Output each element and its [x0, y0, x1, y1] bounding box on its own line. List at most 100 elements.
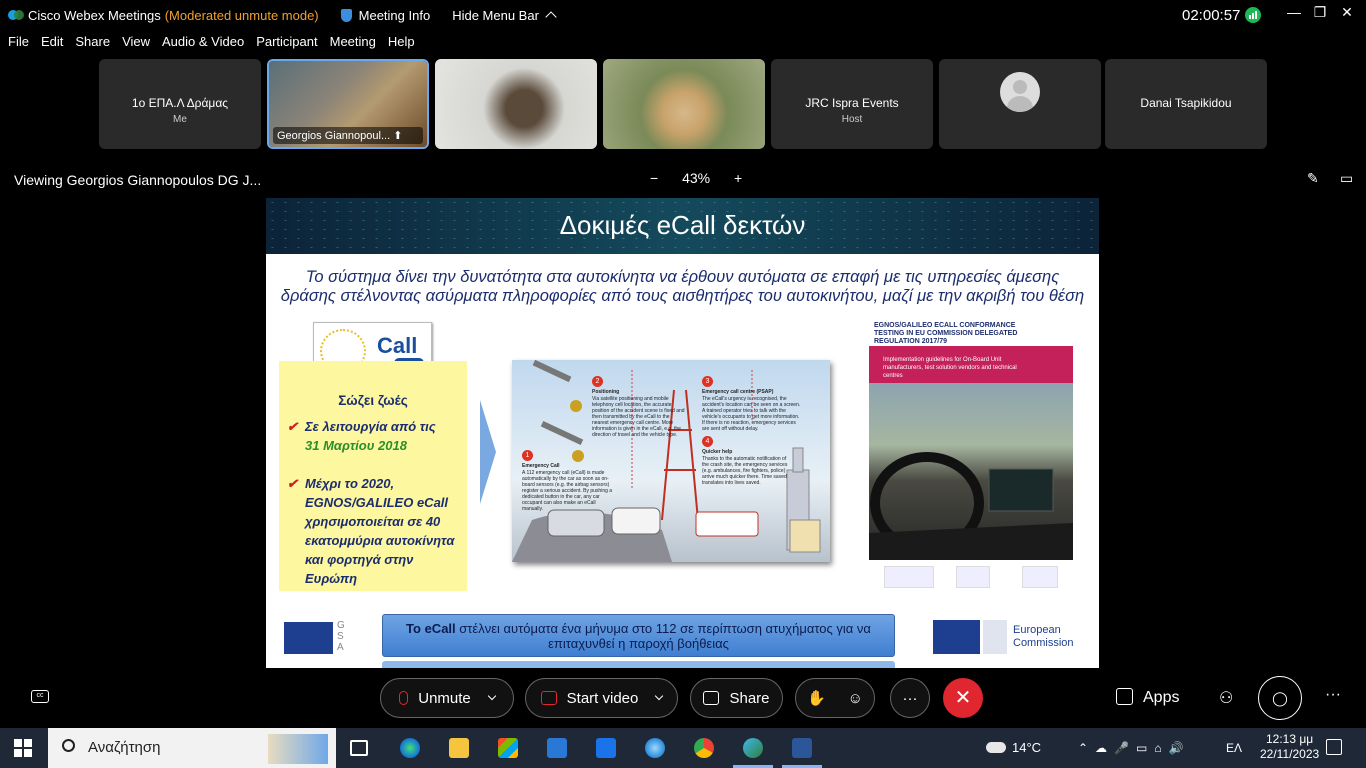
edge-browser-icon[interactable]	[400, 738, 420, 758]
participant-tile[interactable]	[939, 59, 1101, 149]
reactions-icon[interactable]: ☺	[848, 690, 863, 707]
share-icon	[703, 691, 720, 705]
chrome-icon[interactable]	[694, 738, 714, 758]
step-title: Positioning	[592, 389, 682, 395]
menu-edit[interactable]: Edit	[41, 34, 63, 54]
egnos-banner: Implementation guidelines for On-Board U…	[869, 346, 1073, 383]
checkmark-icon: ✔	[287, 476, 298, 491]
start-video-label: Start video	[566, 689, 639, 707]
viewing-label: Viewing Georgios Giannopoulos DG J...	[14, 172, 262, 188]
ecall-logo-text: Call	[377, 333, 418, 358]
participant-tile[interactable]	[603, 59, 765, 149]
partner-logos	[876, 566, 1076, 590]
task-view-icon[interactable]	[350, 740, 368, 756]
mail-icon[interactable]	[547, 738, 567, 758]
shield-icon	[340, 8, 352, 22]
participant-video	[603, 59, 765, 149]
step-text: The eCall's urgency is recognised, the a…	[702, 396, 801, 432]
step-heading: Positioning	[592, 389, 620, 395]
search-placeholder: Αναζήτηση	[88, 739, 161, 756]
step-text: A 112 emergency call (eCall) is made aut…	[522, 470, 613, 512]
microsoft-store-icon[interactable]	[498, 738, 518, 758]
view-options-icon[interactable]: ▭	[1340, 170, 1353, 187]
participants-icon[interactable]: ⚇	[1219, 688, 1233, 708]
menu-help[interactable]: Help	[388, 34, 415, 54]
footer-message-next	[382, 661, 895, 668]
step-title: Emergency call centre (PSAP)	[702, 389, 802, 395]
bullet-text: Σε λειτουργία από τις	[305, 419, 436, 434]
menu-participant[interactable]: Participant	[256, 34, 317, 54]
participant-tile[interactable]	[435, 59, 597, 149]
menu-meeting[interactable]: Meeting	[330, 34, 376, 54]
participant-tile-me[interactable]: 1o ΕΠΑ.Λ Δράμας Me	[99, 59, 261, 149]
start-video-button[interactable]: Start video	[525, 678, 678, 718]
participant-tile[interactable]: Danai Tsapikidou	[1105, 59, 1267, 149]
maximize-icon[interactable]: ❐	[1309, 4, 1331, 24]
menu-view[interactable]: View	[122, 34, 150, 54]
word-icon[interactable]	[792, 738, 812, 758]
chevron-down-icon	[655, 691, 664, 701]
connection-signal-icon[interactable]	[1245, 7, 1261, 23]
chevron-up-icon	[545, 11, 557, 23]
chat-icon: ◯	[1272, 690, 1288, 706]
european-commission-logo: European Commission	[933, 618, 1083, 658]
chat-button[interactable]: ◯	[1258, 676, 1302, 720]
minimize-icon[interactable]: —	[1283, 4, 1305, 24]
windows-taskbar: Αναζήτηση 14°C ⌃☁🎤▭⌂🔊 ΕΛ 12:13 μμ 22/11/…	[0, 728, 1366, 768]
more-options-button[interactable]: ···	[890, 678, 930, 718]
step-heading: Quicker help	[702, 449, 733, 455]
raise-hand-icon[interactable]: ✋	[807, 689, 826, 707]
zoom-control: − 43% +	[640, 170, 752, 186]
webex-window: Cisco Webex Meetings (Moderated unmute m…	[0, 0, 1366, 768]
participant-tile-host[interactable]: JRC Ispra Events Host	[771, 59, 933, 149]
zoom-out-button[interactable]: −	[650, 170, 658, 186]
footer-message: Το eCall στέλνει αυτόματα ένα μήνυμα στο…	[382, 614, 895, 657]
webex-taskbar-icon[interactable]	[743, 738, 763, 758]
more-panels-icon[interactable]: ···	[1325, 686, 1341, 704]
dropbox-icon[interactable]	[596, 738, 616, 758]
jrc-logo	[1022, 566, 1058, 588]
zoom-in-button[interactable]: +	[734, 170, 742, 186]
language-indicator[interactable]: ΕΛ	[1226, 741, 1242, 755]
end-meeting-button[interactable]: ✕	[943, 678, 983, 718]
meeting-timer: 02:00:57	[1182, 7, 1241, 24]
menu-file[interactable]: File	[8, 34, 29, 54]
participant-tile-active-speaker[interactable]: Georgios Giannopoul... ⬆	[267, 59, 429, 149]
taskbar-search[interactable]: Αναζήτηση	[48, 728, 336, 768]
participant-name-text: Georgios Giannopoul...	[277, 130, 391, 142]
avatar	[1000, 72, 1040, 112]
close-icon[interactable]: ✕	[1336, 4, 1358, 24]
participant-name: JRC Ispra Events	[805, 96, 899, 110]
annotate-icon[interactable]: ✎	[1307, 170, 1319, 187]
unmute-button[interactable]: Unmute	[380, 678, 514, 718]
tray-icons[interactable]: ⌃☁🎤▭⌂🔊	[1078, 741, 1191, 755]
bullet-item: ✔ Σε λειτουργία από τις 31 Μαρτίου 2018	[287, 417, 461, 455]
participant-role: Me	[173, 114, 187, 125]
closed-captions-icon[interactable]: cc	[31, 690, 49, 703]
muted-microphone-icon	[399, 691, 409, 705]
windows-start-icon[interactable]	[14, 739, 32, 757]
zoom-level: 43%	[682, 170, 711, 186]
chevron-down-icon	[487, 691, 497, 701]
apps-button[interactable]: Apps	[1116, 688, 1179, 707]
slide-title: Δοκιμές eCall δεκτών	[559, 210, 806, 240]
file-explorer-icon[interactable]	[449, 738, 469, 758]
slide-intro-text: Το σύστημα δίνει την δυνατότητα στα αυτο…	[280, 268, 1085, 305]
bullet-date: 31 Μαρτίου 2018	[305, 438, 407, 453]
share-label: Share	[729, 689, 770, 707]
share-button[interactable]: Share	[690, 678, 783, 718]
hide-menu-bar-button[interactable]: Hide Menu Bar	[452, 8, 557, 23]
share-screen-icon: ⬆	[393, 130, 403, 142]
taskbar-clock[interactable]: 12:13 μμ 22/11/2023	[1260, 732, 1319, 762]
internet-explorer-icon[interactable]	[645, 738, 665, 758]
weather-widget[interactable]: 14°C	[986, 740, 1041, 755]
moderated-mode-label: (Moderated unmute mode)	[164, 7, 319, 23]
gsa-logo-text: G S A	[337, 620, 345, 653]
checkmark-icon: ✔	[287, 419, 298, 434]
meeting-info-button[interactable]: Meeting Info	[340, 8, 430, 23]
apps-label: Apps	[1143, 689, 1180, 706]
share-view-bar: Viewing Georgios Giannopoulos DG J... − …	[0, 166, 1366, 192]
notifications-icon[interactable]	[1326, 739, 1342, 755]
menu-share[interactable]: Share	[75, 34, 110, 54]
menu-audio-video[interactable]: Audio & Video	[162, 34, 244, 54]
